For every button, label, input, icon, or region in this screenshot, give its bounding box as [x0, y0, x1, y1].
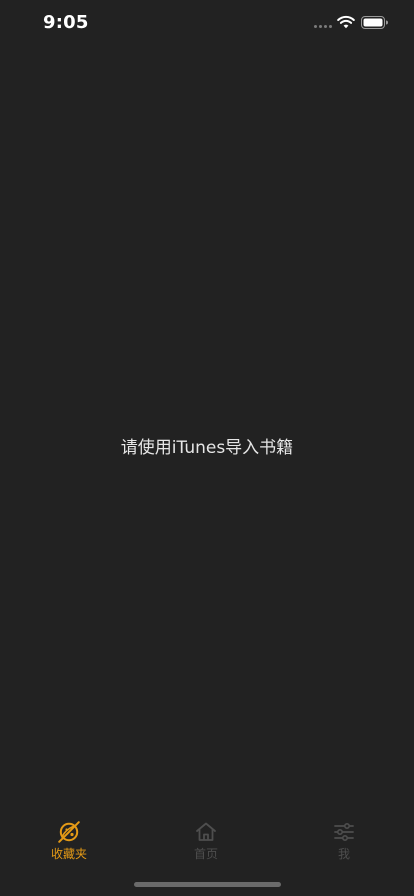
sliders-icon — [334, 822, 354, 842]
status-bar: 9:05 — [0, 0, 414, 46]
tab-bar: 收藏夹 首页 我 — [0, 812, 414, 872]
empty-state-message: 请使用iTunes导入书籍 — [120, 438, 294, 458]
tab-me[interactable]: 我 — [304, 820, 384, 868]
tab-me-label: 我 — [337, 847, 350, 861]
home-icon — [196, 822, 216, 841]
tab-favorites-label: 收藏夹 — [50, 847, 87, 861]
cellular-signal-icon — [314, 25, 332, 29]
status-time: 9:05 — [43, 12, 89, 33]
tab-home-label: 首页 — [193, 847, 218, 861]
tab-favorites[interactable]: 收藏夹 — [29, 820, 109, 868]
app-screen: 9:05 请使用iTunes导入书籍 收藏夹 首页 我 — [0, 0, 414, 896]
tab-home[interactable]: 首页 — [166, 820, 246, 868]
wifi-icon — [337, 15, 355, 29]
battery-icon — [361, 16, 388, 29]
planet-icon — [58, 821, 80, 843]
home-indicator[interactable] — [134, 882, 281, 887]
